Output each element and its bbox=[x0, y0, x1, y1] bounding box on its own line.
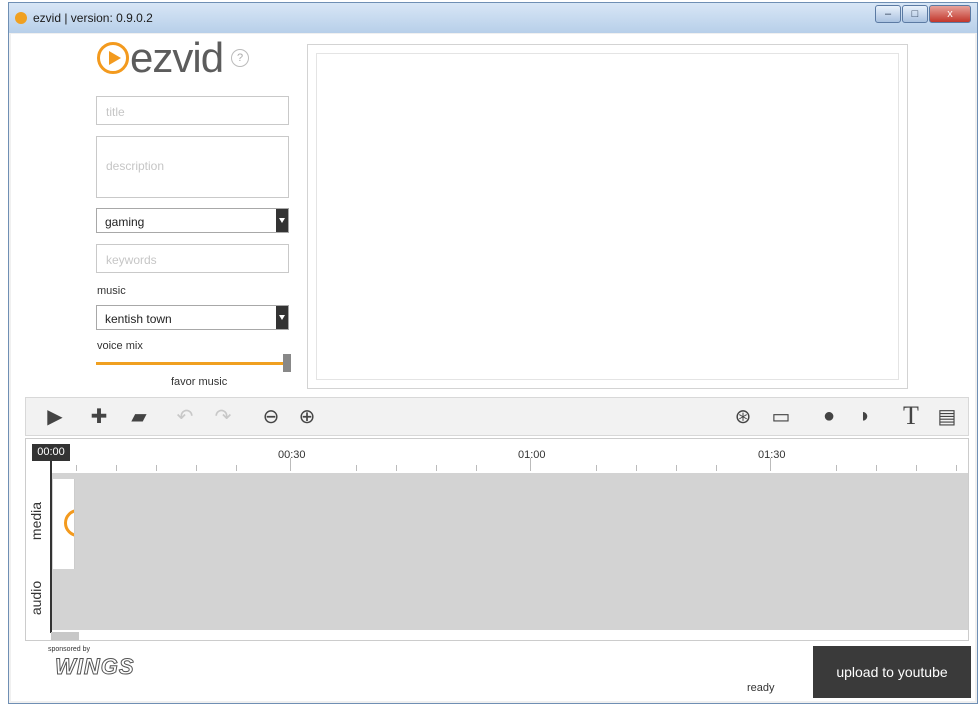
window-title: ezvid | version: 0.9.0.2 bbox=[33, 11, 153, 25]
redo-icon[interactable]: ↷ bbox=[210, 404, 236, 428]
zoom-out-icon[interactable]: ⊖ bbox=[258, 404, 284, 428]
upload-to-youtube-button[interactable]: upload to youtube bbox=[813, 646, 971, 698]
voice-mix-label: voice mix bbox=[97, 340, 143, 352]
keywords-placeholder: keywords bbox=[106, 253, 157, 267]
time-label-0100: 01:00 bbox=[518, 449, 546, 461]
ruler-tick bbox=[876, 465, 877, 471]
ruler-tick bbox=[196, 465, 197, 471]
voice-mix-caption: favor music bbox=[171, 376, 228, 388]
window-controls: – □ x bbox=[874, 5, 971, 23]
play-icon[interactable]: ▶ bbox=[42, 404, 68, 428]
app-icon bbox=[15, 12, 27, 24]
video-preview bbox=[307, 44, 908, 389]
ruler-tick bbox=[476, 465, 477, 471]
ruler-tick bbox=[596, 465, 597, 471]
logo-text: ezvid bbox=[130, 34, 224, 81]
music-value: kentish town bbox=[105, 312, 172, 326]
category-value: gaming bbox=[105, 215, 145, 229]
speech-icon[interactable]: ◗ bbox=[852, 404, 878, 428]
playhead-line[interactable] bbox=[50, 461, 52, 633]
category-select[interactable]: gaming bbox=[96, 208, 289, 233]
chevron-down-icon[interactable] bbox=[276, 306, 288, 329]
media-track-label: media bbox=[28, 501, 44, 541]
description-placeholder: description bbox=[106, 159, 165, 173]
ruler-tick bbox=[916, 465, 917, 471]
ezvid-logo: ezvid ? bbox=[97, 34, 250, 81]
sponsored-by-label: sponsored by bbox=[48, 646, 91, 653]
music-label: music bbox=[97, 285, 126, 297]
timeline[interactable]: 00:30 01:00 01:30 media audio 00:00 bbox=[25, 438, 969, 641]
monitor-icon[interactable]: ▭ bbox=[768, 404, 794, 428]
close-button[interactable]: x bbox=[929, 5, 971, 23]
gamepad-icon[interactable]: ⊛ bbox=[730, 404, 756, 428]
timeline-toolbar: ▶ ✚ ▰ ↶ ↷ ⊖ ⊕ ⊛ ▭ ● ◗ T ▤ bbox=[25, 397, 969, 436]
help-icon[interactable]: ? bbox=[231, 49, 250, 67]
open-folder-icon[interactable]: ▰ bbox=[126, 404, 152, 428]
client-area: ezvid ? title description gaming keyword… bbox=[11, 34, 975, 701]
chevron-down-icon[interactable] bbox=[276, 209, 288, 232]
ruler-tick bbox=[836, 465, 837, 471]
minimize-button[interactable]: – bbox=[875, 5, 901, 23]
title-field[interactable]: title bbox=[96, 96, 289, 125]
keywords-field[interactable]: keywords bbox=[96, 244, 289, 273]
clip-thumbnail-icon bbox=[64, 509, 74, 537]
title-bar[interactable]: ezvid | version: 0.9.0.2 – □ x bbox=[9, 3, 977, 33]
text-icon[interactable]: T bbox=[898, 401, 924, 430]
voice-mix-slider-track[interactable] bbox=[96, 362, 284, 365]
track-area[interactable] bbox=[51, 473, 968, 630]
sponsor-logo[interactable]: WINGS bbox=[55, 654, 135, 680]
logo-play-icon bbox=[97, 42, 129, 74]
voice-mix-slider-thumb[interactable] bbox=[283, 354, 291, 372]
undo-icon[interactable]: ↶ bbox=[172, 404, 198, 428]
status-text: ready bbox=[747, 682, 775, 694]
ruler-tick bbox=[716, 465, 717, 471]
music-select[interactable]: kentish town bbox=[96, 305, 289, 330]
filmstrip-icon[interactable]: ▤ bbox=[934, 404, 960, 428]
ruler-tick bbox=[116, 465, 117, 471]
time-ruler[interactable]: 00:30 01:00 01:30 bbox=[26, 439, 968, 473]
zoom-in-icon[interactable]: ⊕ bbox=[294, 404, 320, 428]
ruler-tick bbox=[156, 465, 157, 471]
playhead-time[interactable]: 00:00 bbox=[32, 444, 70, 461]
microphone-icon[interactable]: ● bbox=[816, 404, 842, 428]
preview-canvas bbox=[316, 53, 899, 380]
ruler-tick bbox=[956, 465, 957, 471]
ruler-tick bbox=[636, 465, 637, 471]
time-label-0030: 00:30 bbox=[278, 449, 306, 461]
ruler-tick bbox=[76, 465, 77, 471]
media-clip[interactable] bbox=[53, 479, 75, 569]
ruler-tick bbox=[436, 465, 437, 471]
description-field[interactable]: description bbox=[96, 136, 289, 198]
ruler-tick bbox=[236, 465, 237, 471]
app-window: ezvid | version: 0.9.0.2 – □ x ezvid ? t… bbox=[8, 2, 978, 704]
title-placeholder: title bbox=[106, 105, 125, 119]
timeline-scrollbar[interactable] bbox=[51, 632, 79, 640]
ruler-tick bbox=[676, 465, 677, 471]
audio-track-label: audio bbox=[28, 580, 44, 616]
maximize-button[interactable]: □ bbox=[902, 5, 928, 23]
ruler-tick bbox=[356, 465, 357, 471]
time-label-0130: 01:30 bbox=[758, 449, 786, 461]
ruler-tick bbox=[396, 465, 397, 471]
add-file-icon[interactable]: ✚ bbox=[86, 404, 112, 428]
